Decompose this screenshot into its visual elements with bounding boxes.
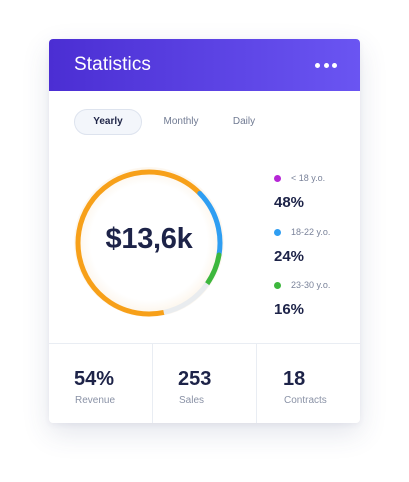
legend-dot-icon (274, 174, 281, 182)
card-header: Statistics (49, 39, 360, 91)
stat-sales: 253 Sales (152, 344, 256, 423)
stat-value: 253 (178, 368, 212, 390)
more-horizontal-icon[interactable] (315, 57, 337, 73)
stat-label: Sales (179, 395, 205, 406)
legend-value: 48% (274, 194, 305, 211)
legend-item-under-18: < 18 y.o. 48% (274, 171, 354, 211)
legend-value: 24% (274, 248, 305, 265)
card-title: Statistics (74, 54, 152, 75)
stats-row: 54% Revenue 253 Sales 18 Contracts (49, 343, 360, 423)
stat-value: 18 (283, 368, 306, 390)
statistics-card: Statistics Yearly Monthly Daily $13,6k <… (49, 39, 360, 423)
stat-contracts: 18 Contracts (256, 344, 360, 423)
legend-label: 23-30 y.o. (291, 280, 331, 290)
total-amount: $13,6k (105, 223, 193, 255)
stat-label: Contracts (284, 395, 327, 406)
legend-value: 16% (274, 301, 305, 318)
legend-dot-icon (274, 281, 281, 289)
tab-yearly[interactable]: Yearly (74, 109, 142, 135)
legend-item-23-30: 23-30 y.o. 16% (274, 278, 354, 318)
legend-dot-icon (274, 228, 281, 236)
tab-monthly[interactable]: Monthly (153, 109, 209, 135)
stat-revenue: 54% Revenue (49, 344, 152, 423)
legend-item-18-22: 18-22 y.o. 24% (274, 225, 354, 265)
stat-label: Revenue (75, 395, 116, 406)
legend-label: 18-22 y.o. (291, 227, 331, 237)
tab-daily[interactable]: Daily (222, 109, 266, 135)
legend-label: < 18 y.o. (291, 173, 326, 183)
stat-value: 54% (74, 368, 115, 390)
